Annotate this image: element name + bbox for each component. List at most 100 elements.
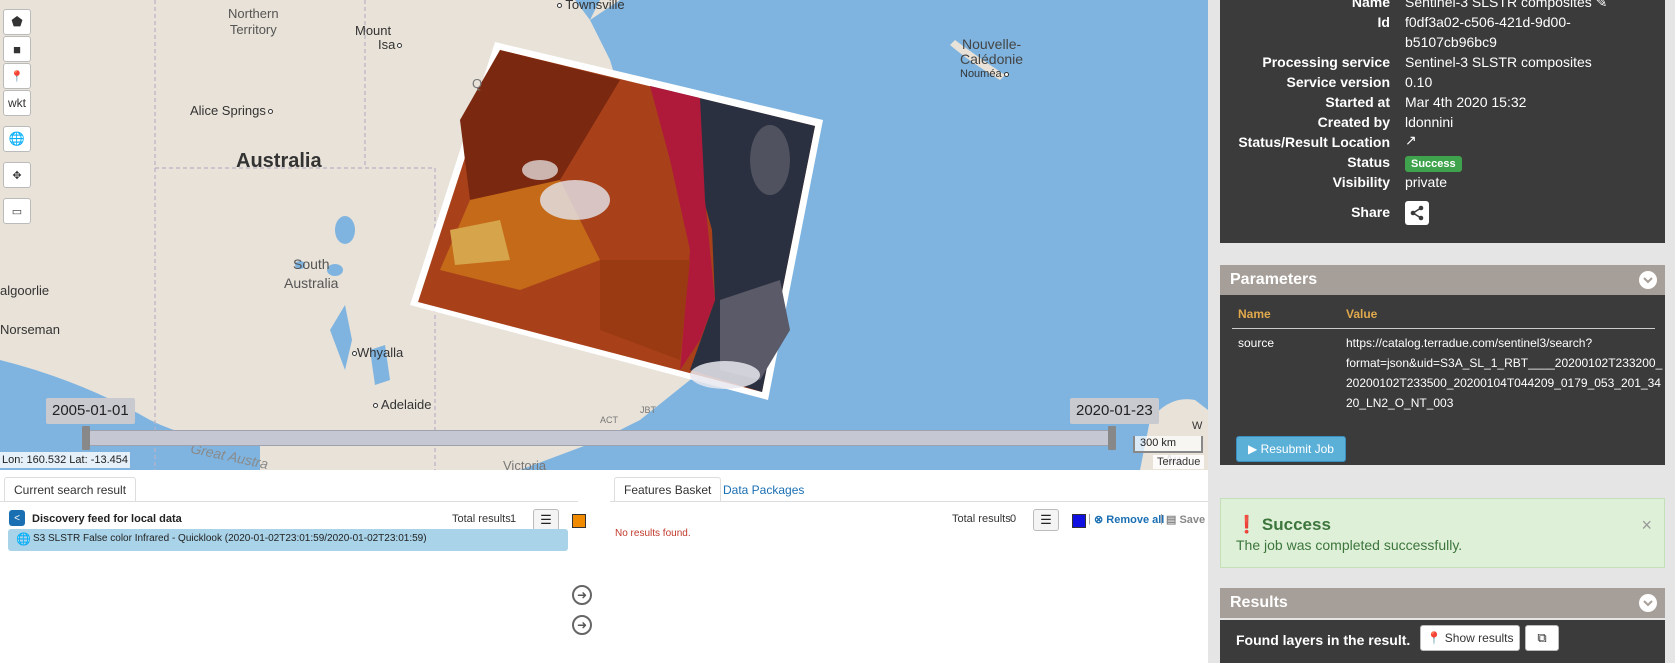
results-body: Found layers in the result. 📍 Show resul… [1220,620,1665,663]
name-label: Name [1351,0,1390,10]
tab-features-basket[interactable]: Features Basket [614,477,722,502]
basket-panel: Features Basket Data Packages Total resu… [610,470,1208,663]
visibility-value: private [1405,174,1448,190]
list-view-button[interactable]: ☰ [533,509,559,531]
timeline-start-handle[interactable] [82,426,90,450]
map-attribution[interactable]: Terradue [1153,455,1205,469]
wkt-button[interactable]: wkt [3,90,31,116]
total-results-label: Total results [452,513,511,525]
resubmit-job-button[interactable]: ▶ Resubmit Job [1236,436,1346,462]
copy-icon: ⧉ [1537,630,1547,645]
total-results-value: 1 [510,513,517,525]
id-value-1: f0df3a02-c506-421d-9d00- [1405,14,1571,30]
id-value-2: b5107cb96bc9 [1405,34,1497,50]
globe-icon: 🌐 [16,532,31,546]
label-south-australia-2: Australia [284,275,339,291]
save-icon: ▤ [1166,514,1177,526]
timeline-bar[interactable] [85,430,1115,446]
id-label: Id [1377,14,1390,30]
add-to-basket-button[interactable]: ➜ [572,585,592,605]
share-label: Share [1351,204,1390,220]
timeline-start-label: 2005-01-01 [46,398,135,424]
arrow-right-icon: ➜ [576,588,588,602]
show-results-button[interactable]: 📍 Show results [1420,625,1520,651]
success-alert: ❗ Success The job was completed successf… [1220,498,1665,568]
version-value: 0.10 [1405,74,1433,90]
draw-box-button[interactable]: ■ [3,36,31,62]
results-header[interactable]: Results [1220,588,1665,618]
layer-color-swatch[interactable] [572,514,586,528]
label-nouvelle-2: Calédonie [960,51,1024,67]
feed-title: Discovery feed for local data [32,513,182,525]
label-victoria: Victoria [503,458,547,470]
param-value-2: format=json&uid=S3A_SL_1_RBT____20200102… [1346,356,1663,370]
copy-button[interactable]: ⧉ [1525,625,1559,651]
ruler-icon: ▭ [11,205,23,218]
tab-current-search-result[interactable]: Current search result [4,477,137,502]
basket-color-swatch[interactable] [1072,514,1086,528]
label-australia: Australia [236,150,322,172]
chevron-down-icon[interactable] [1639,271,1657,289]
started-label: Started at [1325,94,1390,110]
separator: | [1088,513,1091,525]
chevron-down-icon[interactable] [1639,594,1657,612]
save-button[interactable]: ▤ Save [1166,513,1205,526]
timeline-end-label: 2020-01-23 [1070,398,1159,424]
tab-data-packages[interactable]: Data Packages [714,478,813,502]
no-results-message: No results found. [615,528,691,539]
location-label: Status/Result Location [1238,134,1390,150]
timeline-end-handle[interactable] [1108,426,1116,450]
share-icon [1410,205,1424,221]
measure-button[interactable]: ▭ [3,198,31,224]
globe-icon: 🌐 [8,131,26,146]
label-townsville: Townsville [555,0,625,12]
param-value-1: https://catalog.terradue.com/sentinel3/s… [1346,336,1593,350]
param-value-3: 20200102T233500_20200104T044209_0179_053… [1346,376,1661,390]
list-icon: ☰ [540,512,552,527]
remove-all-button[interactable]: ⊗ Remove all [1094,513,1164,526]
label-northern-territory: Northern Territory [228,6,279,37]
add-all-button[interactable]: ➜ [572,615,592,635]
draw-point-button[interactable]: 📍 [3,63,31,89]
job-sidebar: Name Sentinel-3 SLSTR composites ✎ Id f0… [1208,0,1675,663]
marker-icon: 📍 [10,70,24,83]
found-layers-text: Found layers in the result. [1236,632,1411,648]
label-norseman: Norseman [0,322,60,337]
basket-list-button[interactable]: ☰ [1033,509,1059,531]
label-alice-springs: Alice Springs [190,103,273,118]
alert-text: The job was completed successfully. [1236,537,1463,553]
label-nouvelle-1: Nouvelle- [962,36,1022,52]
basket-total-value: 0 [1010,513,1017,525]
basket-total-label: Total results [952,513,1011,525]
created-value: ldonnini [1405,114,1454,130]
expand-icon: ✥ [12,169,22,182]
status-label: Status [1347,154,1390,170]
share-button[interactable] [1405,201,1429,225]
fullscreen-button[interactable]: ✥ [3,162,31,188]
square-icon: ■ [13,41,21,57]
scale-bar: 300 km [1133,436,1203,453]
label-kalgoorlie: algoorlie [0,283,50,298]
label-q-partial: Q [472,76,483,91]
polygon-icon: ⬟ [11,14,23,29]
external-link-icon[interactable]: ↗ [1405,132,1417,149]
close-icon[interactable]: × [1641,515,1652,536]
service-value: Sentinel-3 SLSTR composites [1405,54,1592,70]
map-view[interactable]: Northern Territory Townsville Mount Isa … [0,0,1208,470]
draw-polygon-button[interactable]: ⬟ [3,9,31,35]
label-mount-isa-1: Mount [355,23,392,38]
col-name-header: Name [1238,307,1271,321]
parameters-header[interactable]: Parameters [1220,265,1665,295]
pencil-icon[interactable]: ✎ [1596,0,1608,10]
search-results-panel: Current search result < Discovery feed f… [0,470,586,663]
result-item[interactable]: 🌐 S3 SLSTR False color Infrared - Quickl… [8,529,568,551]
exclamation-icon: ❗ [1236,515,1258,534]
param-value-4: 20_LN2_O_NT_003 [1346,396,1454,410]
label-adelaide: Adelaide [371,397,432,412]
version-label: Service version [1286,74,1390,90]
label-noumea: Nouméa [960,68,1009,80]
map-background [0,0,1208,470]
globe-button[interactable]: 🌐 [3,126,31,152]
label-mount-isa-2: Isa [378,37,403,52]
created-label: Created by [1317,114,1390,130]
